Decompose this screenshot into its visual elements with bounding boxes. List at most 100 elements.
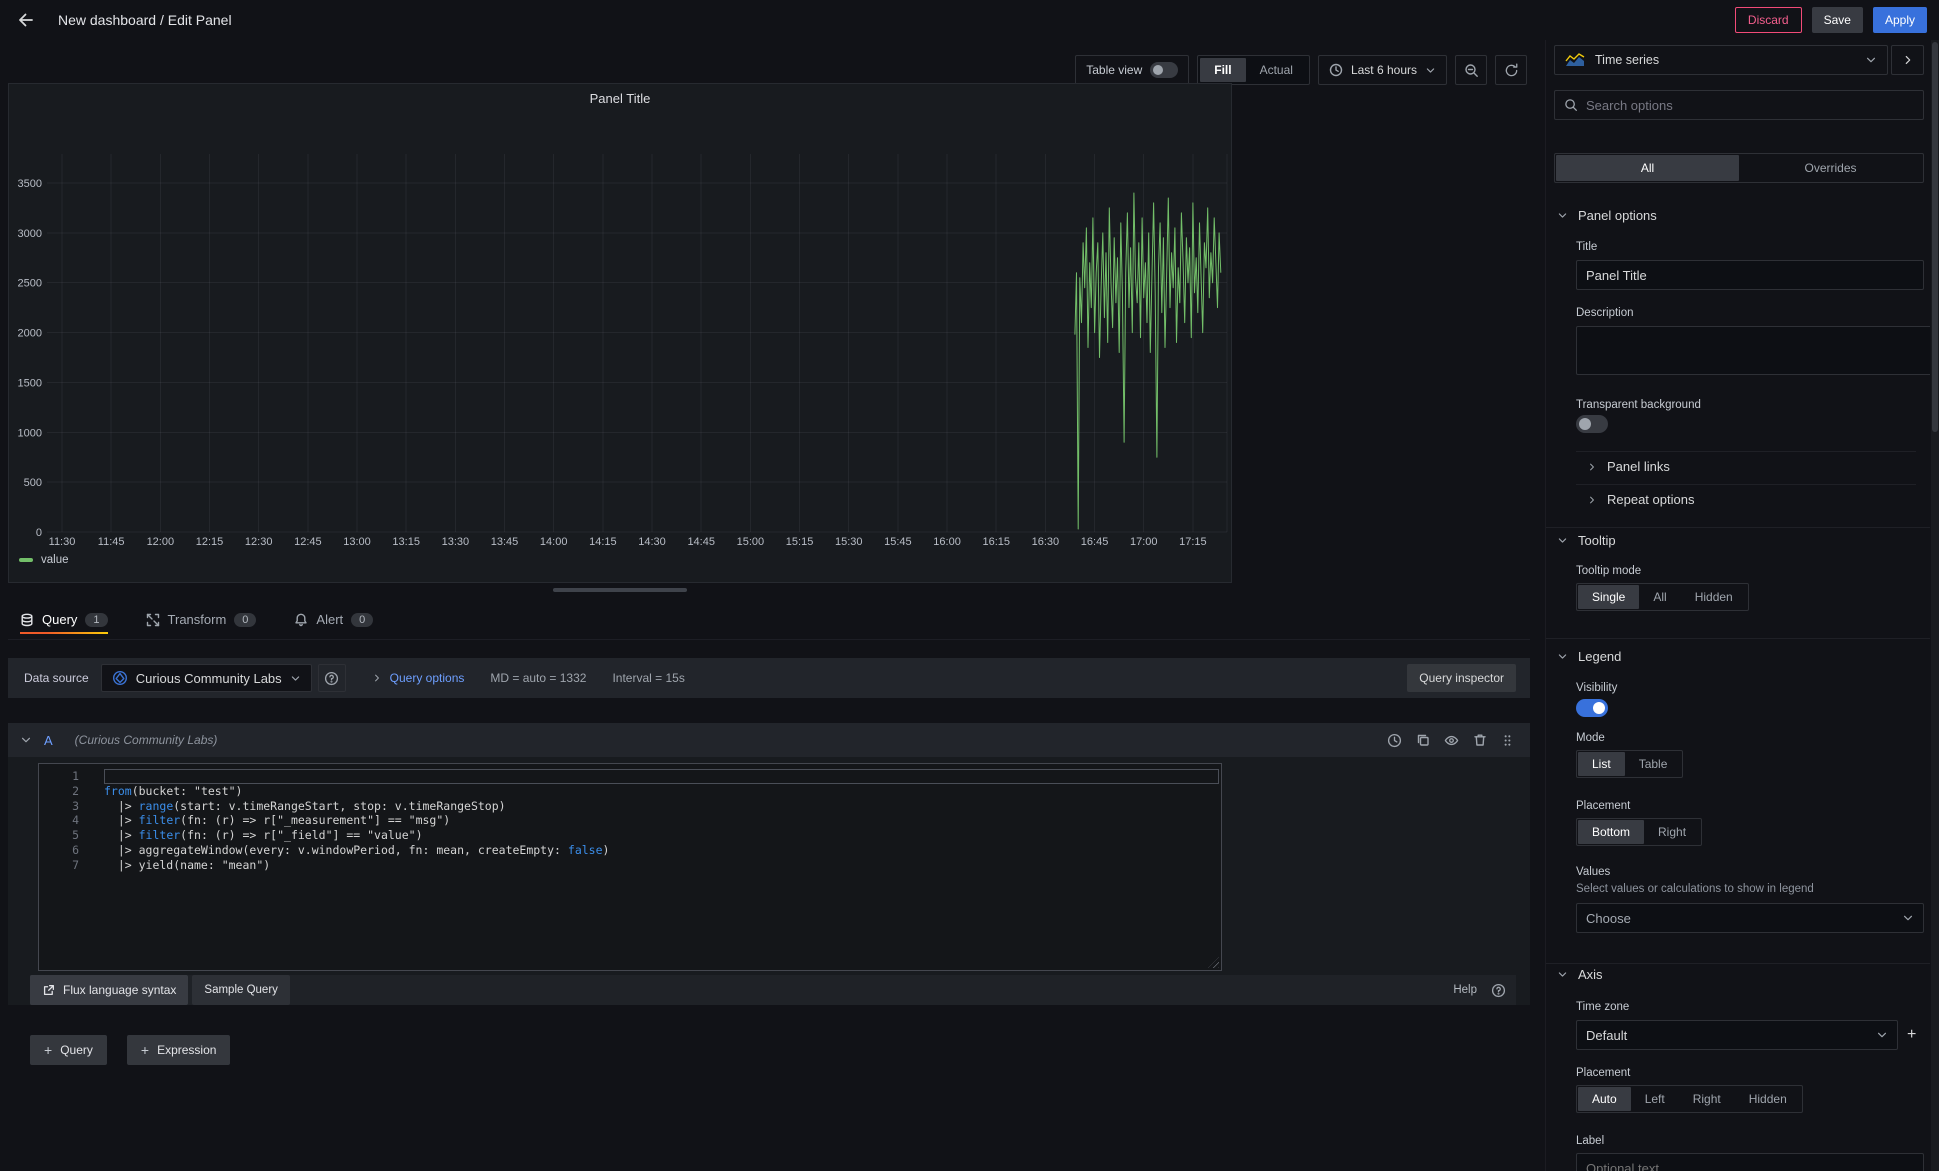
query-options-toggle[interactable]: Query options [372, 671, 465, 685]
panel-description-textarea[interactable] [1576, 326, 1930, 375]
tooltip-mode-hidden[interactable]: Hidden [1681, 585, 1747, 609]
transparent-bg-toggle[interactable] [1576, 415, 1608, 433]
duplicate-query-button[interactable] [1416, 733, 1430, 747]
chevron-down-icon [290, 673, 301, 684]
tab-query[interactable]: Query 1 [20, 600, 108, 639]
add-expression-button[interactable]: + Expression [127, 1035, 231, 1065]
sidebar-scrollbar[interactable] [1931, 40, 1939, 1171]
panel-options-heading: Panel options [1578, 208, 1657, 223]
tooltip-mode-all[interactable]: All [1639, 585, 1680, 609]
drag-query-handle[interactable] [1501, 734, 1514, 747]
disable-query-button[interactable] [1444, 733, 1459, 748]
x-axis-tick-label: 12:30 [245, 536, 273, 548]
fill-option[interactable]: Fill [1200, 58, 1245, 82]
axis-placement-hidden[interactable]: Hidden [1735, 1087, 1801, 1111]
zoom-out-button[interactable] [1455, 55, 1487, 85]
query-inspector-button[interactable]: Query inspector [1407, 664, 1516, 692]
time-range-picker[interactable]: Last 6 hours [1318, 55, 1447, 85]
options-search-input[interactable] [1586, 98, 1914, 113]
legend-placement-right[interactable]: Right [1644, 820, 1700, 844]
legend-mode-table[interactable]: Table [1625, 752, 1682, 776]
axis-placement-label: Placement [1576, 1067, 1630, 1079]
divider [1576, 484, 1916, 485]
remove-query-button[interactable] [1473, 733, 1487, 747]
chart-legend[interactable]: value [19, 554, 69, 566]
legend-visibility-toggle[interactable] [1576, 699, 1608, 717]
panel-title[interactable]: Panel Title [9, 84, 1231, 112]
code-line[interactable]: 4 |> filter(fn: (r) => r["_measurement"]… [39, 813, 1221, 828]
legend-mode-list[interactable]: List [1578, 752, 1625, 776]
datasource-help-button[interactable] [318, 664, 346, 692]
panel-resize-handle[interactable] [553, 588, 687, 592]
flux-code-editor[interactable]: 12from(bucket: "test")3 |> range(start: … [38, 763, 1222, 971]
question-circle-icon [324, 671, 339, 686]
panel-title-input[interactable] [1576, 260, 1924, 290]
tab-transform[interactable]: Transform 0 [146, 600, 257, 639]
axis-placement-left[interactable]: Left [1631, 1087, 1679, 1111]
chevron-down-icon[interactable] [20, 734, 32, 746]
query-history-button[interactable] [1387, 733, 1402, 748]
axis-label-wrap [1576, 1153, 1924, 1171]
tab-alert[interactable]: Alert 0 [294, 600, 373, 639]
arrow-left-icon [17, 11, 35, 29]
help-control[interactable]: Help [1453, 983, 1516, 998]
repeat-options-section[interactable]: Repeat options [1587, 492, 1694, 507]
legend-values-wrap: Choose [1576, 903, 1924, 933]
x-axis-tick-label: 14:15 [589, 536, 617, 548]
editor-resize-corner[interactable] [1208, 957, 1219, 968]
timezone-select[interactable]: Default [1576, 1020, 1898, 1050]
panel-options-section-header[interactable]: Panel options [1557, 208, 1657, 223]
y-axis-tick-label: 2500 [18, 278, 42, 290]
table-view-control[interactable]: Table view [1075, 55, 1189, 85]
table-view-toggle[interactable] [1150, 62, 1178, 78]
code-line-content: |> filter(fn: (r) => r["_measurement"] =… [104, 813, 1221, 828]
chevron-down-icon [1557, 535, 1568, 546]
code-line[interactable]: 1 [39, 769, 1221, 784]
x-axis-tick-label: 15:15 [786, 536, 814, 548]
code-line[interactable]: 3 |> range(start: v.timeRangeStart, stop… [39, 799, 1221, 814]
refresh-button[interactable] [1495, 55, 1527, 85]
code-line[interactable]: 6 |> aggregateWindow(every: v.windowPeri… [39, 843, 1221, 858]
code-line-content [104, 769, 1219, 784]
legend-values-label: Values [1576, 866, 1610, 878]
x-axis-tick-label: 17:15 [1179, 536, 1207, 548]
chevron-right-icon [1587, 495, 1597, 505]
y-axis-tick-label: 3000 [18, 228, 42, 240]
collapse-options-button[interactable] [1891, 45, 1924, 75]
filter-overrides-tab[interactable]: Overrides [1739, 155, 1922, 181]
query-row-header[interactable]: A (Curious Community Labs) [8, 723, 1530, 757]
chevron-right-icon [1587, 462, 1597, 472]
legend-values-select[interactable]: Choose [1576, 903, 1924, 933]
sample-query-button[interactable]: Sample Query [192, 975, 290, 1005]
repeat-options-heading: Repeat options [1607, 492, 1694, 507]
filter-all-tab[interactable]: All [1556, 155, 1739, 181]
save-button[interactable]: Save [1812, 7, 1863, 33]
actual-option[interactable]: Actual [1246, 58, 1307, 82]
sidebar-scrollbar-thumb[interactable] [1932, 42, 1938, 432]
panel-links-section[interactable]: Panel links [1587, 459, 1670, 474]
discard-button[interactable]: Discard [1735, 7, 1802, 33]
apply-button[interactable]: Apply [1873, 7, 1927, 33]
line-number: 5 [39, 828, 79, 843]
axis-placement-right[interactable]: Right [1679, 1087, 1735, 1111]
back-button[interactable] [12, 6, 40, 34]
chevron-right-icon [372, 673, 382, 683]
code-line[interactable]: 7 |> yield(name: "mean") [39, 858, 1221, 873]
code-line[interactable]: 5 |> filter(fn: (r) => r["_field"] == "v… [39, 828, 1221, 843]
datasource-picker[interactable]: Curious Community Labs [101, 664, 312, 692]
axis-section-header[interactable]: Axis [1557, 967, 1603, 982]
tab-query-label: Query [42, 612, 77, 627]
tooltip-section-header[interactable]: Tooltip [1557, 533, 1616, 548]
add-timezone-button[interactable]: + [1907, 1026, 1916, 1044]
axis-placement-auto[interactable]: Auto [1578, 1087, 1631, 1111]
options-search[interactable] [1554, 90, 1924, 120]
code-line[interactable]: 2from(bucket: "test") [39, 784, 1221, 799]
tooltip-mode-single[interactable]: Single [1578, 585, 1639, 609]
time-series-chart[interactable]: 050010001500200025003000350011:3011:4512… [9, 112, 1233, 552]
add-query-button[interactable]: + Query [30, 1035, 107, 1065]
flux-syntax-button[interactable]: Flux language syntax [30, 975, 188, 1005]
legend-placement-bottom[interactable]: Bottom [1578, 820, 1644, 844]
visualization-picker[interactable]: Time series [1554, 45, 1888, 75]
legend-section-header[interactable]: Legend [1557, 649, 1621, 664]
axis-label-input[interactable] [1576, 1153, 1924, 1171]
